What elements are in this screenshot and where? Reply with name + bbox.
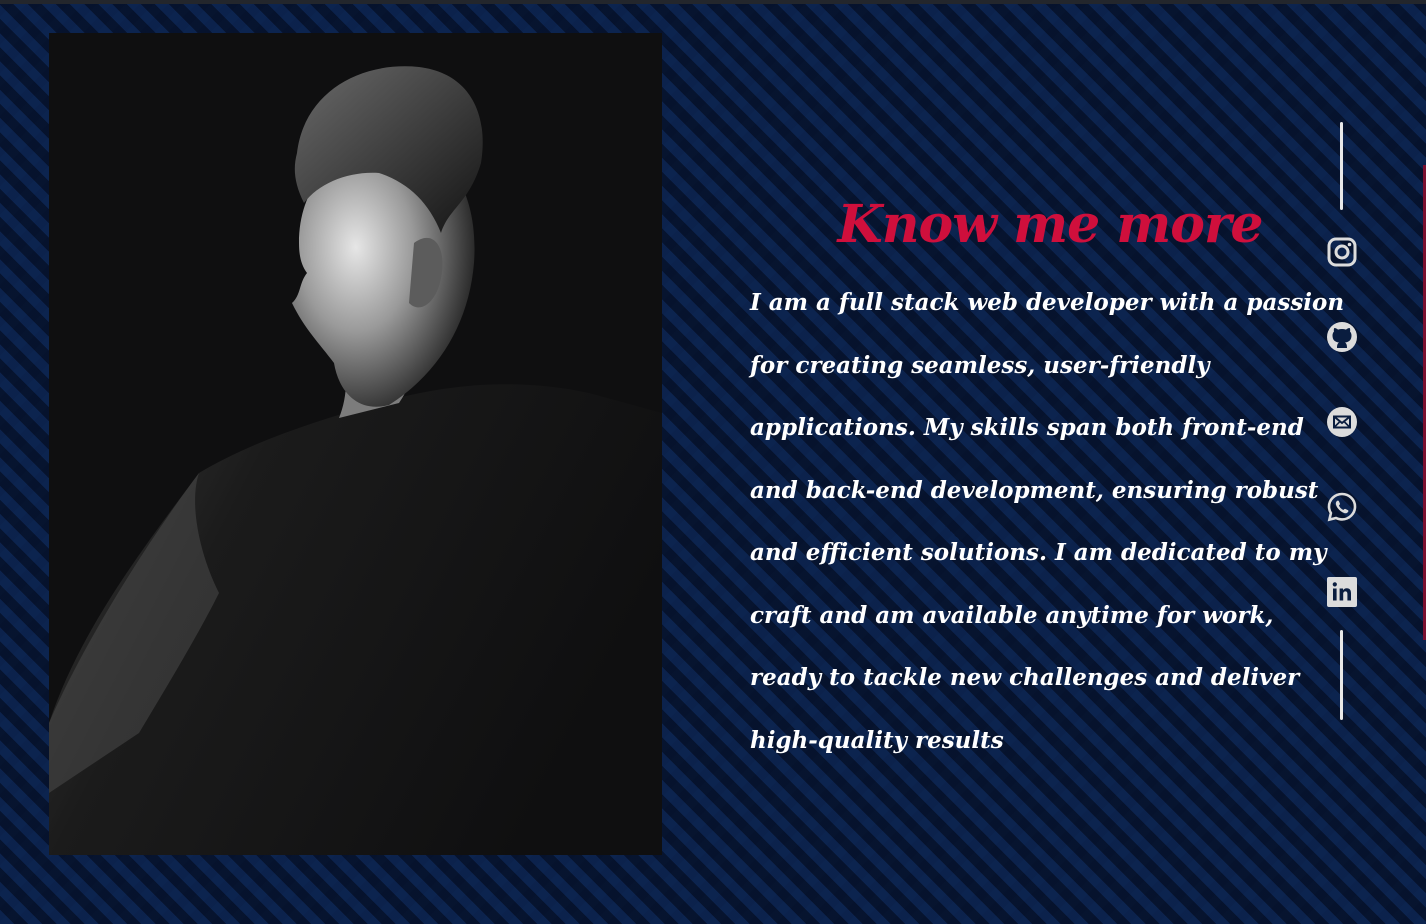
section-heading: Know me more bbox=[837, 194, 1264, 255]
portrait-image bbox=[49, 33, 662, 855]
profile-photo bbox=[49, 33, 662, 855]
about-paragraph: I am a full stack web developer with a p… bbox=[750, 289, 1345, 754]
rail-divider-bottom bbox=[1340, 630, 1343, 720]
email-link[interactable] bbox=[1326, 406, 1358, 438]
linkedin-icon bbox=[1327, 577, 1357, 607]
rail-divider-top bbox=[1340, 122, 1343, 210]
instagram-icon bbox=[1327, 237, 1357, 267]
whatsapp-icon bbox=[1327, 492, 1357, 522]
email-icon bbox=[1327, 407, 1357, 437]
about-section: Know me more I am a full stack web devel… bbox=[750, 190, 1350, 772]
whatsapp-link[interactable] bbox=[1326, 491, 1358, 523]
instagram-link[interactable] bbox=[1326, 236, 1358, 268]
browser-top-strip bbox=[0, 0, 1426, 4]
social-links-rail bbox=[1322, 122, 1362, 722]
github-link[interactable] bbox=[1326, 321, 1358, 353]
linkedin-link[interactable] bbox=[1326, 576, 1358, 608]
github-icon bbox=[1327, 322, 1357, 352]
